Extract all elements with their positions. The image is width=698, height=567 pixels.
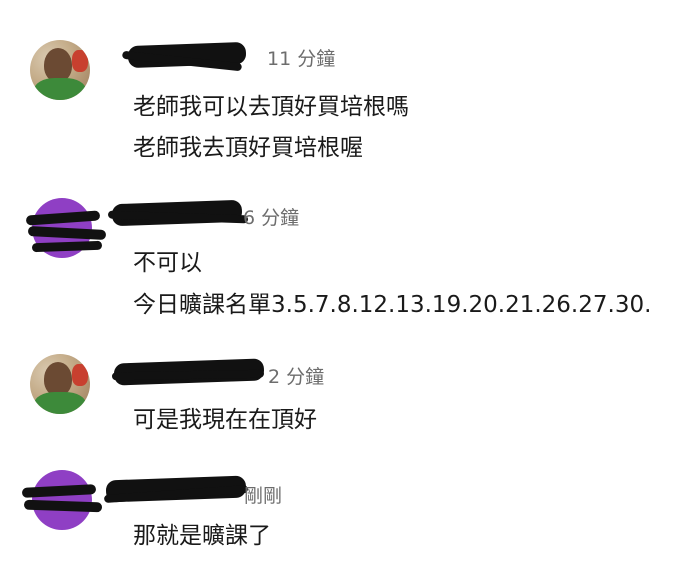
comment-time: 剛剛 <box>244 485 283 507</box>
comment-4: 剛剛 那就是曠課了 <box>0 0 698 567</box>
comment-text-line: 那就是曠課了 <box>133 523 271 549</box>
